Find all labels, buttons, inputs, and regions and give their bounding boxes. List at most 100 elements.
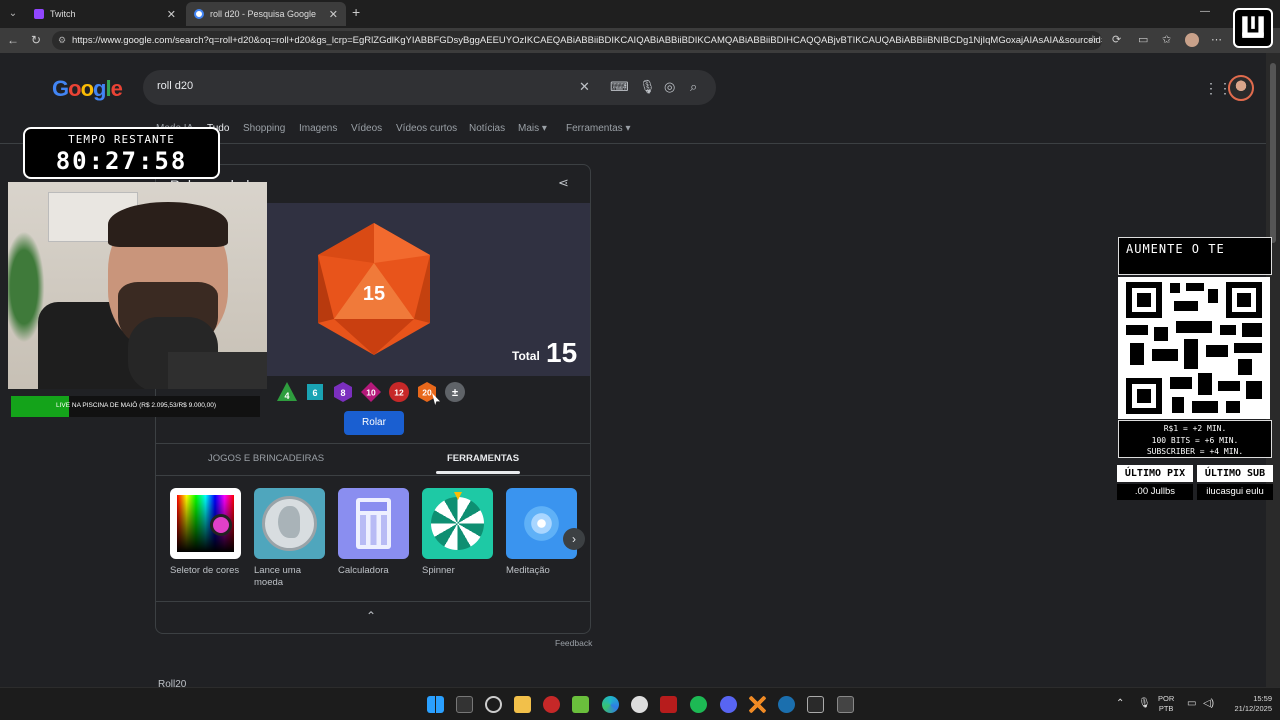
close-tab-icon[interactable]: ✕	[167, 8, 176, 21]
site-info-icon[interactable]: ⚙	[58, 31, 66, 50]
tool-spinner[interactable]: Spinner	[422, 488, 494, 577]
svg-text:±: ±	[452, 387, 458, 399]
input-language[interactable]: POR PTB	[1158, 694, 1174, 714]
tab-search-button[interactable]: ⌄	[4, 5, 22, 23]
d6-button[interactable]: 6	[304, 381, 326, 403]
tab-shopping[interactable]: Shopping	[243, 123, 285, 134]
account-avatar[interactable]	[1228, 75, 1254, 101]
tool-calculator[interactable]: Calculadora	[338, 488, 410, 577]
feedback-link[interactable]: Feedback	[555, 638, 592, 648]
chevron-up-icon[interactable]: ⌃	[366, 609, 376, 623]
new-tab-icon[interactable]: +	[352, 4, 360, 20]
terminal-icon[interactable]	[456, 696, 473, 713]
app-cross-icon[interactable]	[749, 696, 766, 713]
bookmark-star-icon[interactable]: ☆	[1088, 33, 1098, 46]
google-favicon-icon	[194, 9, 204, 19]
tab-mais[interactable]: Mais ▾	[518, 123, 547, 134]
divider	[156, 601, 590, 602]
tab-videos-curtos[interactable]: Vídeos curtos	[396, 123, 457, 134]
rate-line: R$1 = +2 MIN.	[1163, 424, 1227, 433]
streaming-app-icon[interactable]	[660, 696, 677, 713]
tab-twitch[interactable]: Twitch ✕	[26, 2, 184, 26]
minimize-icon[interactable]: —	[1200, 6, 1210, 17]
timer-rates: R$1 = +2 MIN. 100 BITS = +6 MIN. SUBSCRI…	[1118, 420, 1272, 458]
goal-text: LIVE NA PISCINA DE MAIÔ (R$ 2.095,53/R$ …	[56, 402, 217, 409]
calculator-app-icon[interactable]	[837, 696, 854, 713]
tab-imagens[interactable]: Imagens	[299, 123, 337, 134]
d8-button[interactable]: 8	[332, 381, 354, 403]
system-clock[interactable]: 15:59 21/12/2025	[1222, 694, 1272, 714]
extensions-icon[interactable]: ⟳	[1112, 33, 1121, 46]
microphone-tray-icon[interactable]: 🎙	[1138, 698, 1151, 709]
reload-icon[interactable]: ↻	[31, 33, 41, 47]
modifier-button[interactable]: ±	[444, 381, 466, 403]
profile-avatar-icon[interactable]	[1185, 33, 1199, 47]
edge-browser-icon[interactable]	[602, 696, 619, 713]
spotify-icon[interactable]	[690, 696, 707, 713]
clear-search-icon[interactable]: ✕	[579, 79, 590, 95]
streamer-logo-icon	[1233, 8, 1273, 48]
timer-value: 80:27:58	[55, 147, 188, 175]
d10-button[interactable]: 10	[360, 381, 382, 403]
steam-icon[interactable]	[778, 696, 795, 713]
address-bar[interactable]: ⚙ https://www.google.com/search?q=roll+d…	[52, 31, 1102, 50]
last-pix-value: .00 Jullbs	[1117, 484, 1193, 500]
epic-games-icon[interactable]	[807, 696, 824, 713]
color-picker-icon	[170, 488, 241, 559]
tab-noticias[interactable]: Notícias	[469, 123, 505, 134]
last-sub-value: ilucasgui eulu	[1197, 484, 1273, 500]
split-screen-icon[interactable]: ▭	[1138, 33, 1148, 46]
promo-banner: AUMENTE O TE	[1118, 237, 1272, 275]
d4-button[interactable]: 4	[276, 381, 298, 403]
more-menu-icon[interactable]: ⋯	[1211, 33, 1222, 46]
tab-ferramentas[interactable]: Ferramentas ▾	[566, 123, 631, 134]
donation-goal-bar: LIVE NA PISCINA DE MAIÔ (R$ 2.095,53/R$ …	[11, 396, 260, 417]
rate-line: 100 BITS = +6 MIN.	[1151, 435, 1239, 445]
microphone-icon[interactable]: 🎙	[639, 79, 656, 95]
clock-time: 15:59	[1253, 694, 1272, 703]
favorites-icon[interactable]: ✩	[1162, 33, 1171, 46]
svg-text:8: 8	[340, 388, 345, 398]
app-avatar-icon[interactable]	[631, 696, 648, 713]
keyboard-icon[interactable]: ⌨	[610, 79, 629, 95]
google-logo[interactable]: Google	[52, 76, 123, 102]
search-input[interactable]: roll d20	[157, 80, 193, 92]
settings-gear-icon[interactable]	[485, 696, 502, 713]
tool-color-picker[interactable]: Seletor de cores	[170, 488, 242, 577]
search-icon[interactable]: ⌕	[690, 79, 697, 95]
keyboard-layout: PTB	[1158, 704, 1174, 713]
total-label: Total	[512, 349, 540, 363]
windows-start-icon[interactable]	[427, 696, 444, 713]
display-icon[interactable]: ▭	[1187, 698, 1196, 709]
tab-google-search[interactable]: roll d20 - Pesquisa Google ✕	[186, 2, 346, 26]
dice-result: 15	[362, 283, 386, 305]
browser-tab-bar: ⌄ Twitch ✕ roll d20 - Pesquisa Google ✕ …	[0, 0, 1280, 28]
chevron-right-icon[interactable]: ›	[563, 528, 585, 550]
search-box[interactable]: roll d20 ✕ ⌨ 🎙 ◎ ⌕	[143, 70, 716, 105]
tool-coin-flip[interactable]: Lance uma moeda	[254, 488, 326, 589]
total-value: 15	[546, 337, 578, 368]
app-green-icon[interactable]	[572, 696, 589, 713]
close-tab-icon[interactable]: ✕	[329, 8, 338, 21]
qr-code-icon	[1118, 277, 1270, 419]
app-red-icon[interactable]	[543, 696, 560, 713]
d12-button[interactable]: 12	[388, 381, 410, 403]
volume-icon[interactable]: ◁)	[1203, 698, 1214, 709]
back-icon[interactable]: ←	[7, 33, 19, 47]
share-icon[interactable]: ⋖	[558, 175, 569, 191]
tool-name: Seletor de cores	[170, 565, 240, 576]
tool-name: Spinner	[422, 565, 455, 576]
divider	[156, 475, 590, 476]
tray-chevron-up-icon[interactable]: ⌃	[1116, 698, 1124, 709]
tab-ferramentas-section[interactable]: FERRAMENTAS	[447, 453, 519, 464]
streamer-hair-image	[108, 202, 228, 247]
tab-jogos-e-brincadeiras[interactable]: JOGOS E BRINCADEIRAS	[208, 453, 324, 464]
discord-icon[interactable]	[720, 696, 737, 713]
lens-icon[interactable]: ◎	[664, 79, 675, 95]
tab-videos[interactable]: Vídeos	[351, 123, 382, 134]
roll-button[interactable]: Rolar	[344, 411, 404, 435]
file-explorer-icon[interactable]	[514, 696, 531, 713]
calculator-icon	[338, 488, 409, 559]
browser-toolbar: ← ↻ ⚙ https://www.google.com/search?q=ro…	[0, 28, 1280, 53]
scrollbar-thumb[interactable]	[1270, 63, 1276, 243]
